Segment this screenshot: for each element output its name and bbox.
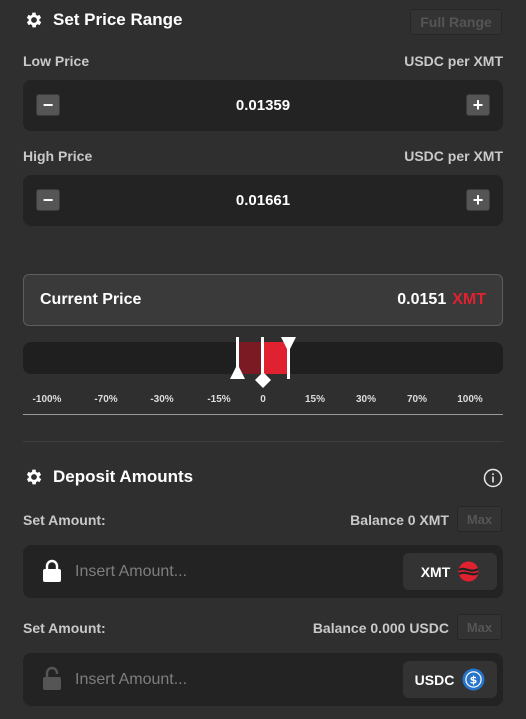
tick-label: 15% — [304, 394, 326, 405]
tick-label: -70% — [94, 394, 118, 405]
high-price-unit: USDC per XMT — [404, 148, 503, 164]
usdc-amount-input[interactable] — [75, 653, 375, 706]
range-title: Set Price Range — [53, 10, 183, 29]
svg-text:$: $ — [470, 674, 478, 687]
low-handle-triangle-icon[interactable] — [230, 364, 245, 379]
low-price-label: Low Price — [23, 53, 90, 69]
tick-label: -100% — [32, 394, 62, 405]
full-range-button[interactable]: Full Range — [410, 9, 502, 35]
usdc-amount-box: USDC $ — [23, 653, 503, 706]
range-header: Set Price Range — [24, 10, 182, 30]
gear-icon[interactable] — [24, 10, 44, 30]
low-price-decrement-button[interactable]: − — [36, 94, 60, 116]
xmt-token-icon — [458, 561, 479, 582]
current-price-readout: 0.0151 XMT — [397, 291, 486, 309]
low-price-value[interactable]: 0.01359 — [23, 80, 503, 131]
current-price-label: Current Price — [40, 291, 142, 308]
tick-label: -15% — [207, 394, 231, 405]
deposit-title: Deposit Amounts — [53, 467, 194, 486]
usdc-max-button[interactable]: Max — [457, 614, 502, 640]
high-price-increment-button[interactable]: + — [466, 189, 490, 211]
tick-label: -30% — [150, 394, 174, 405]
slider-axis-line — [23, 414, 503, 415]
usdc-token-icon: $ — [462, 668, 485, 691]
high-handle-triangle-icon[interactable] — [281, 337, 296, 352]
high-price-box: 0.01661 − + — [23, 175, 503, 226]
current-price-value: 0.0151 — [397, 291, 447, 308]
xmt-amount-box: XMT — [23, 545, 503, 598]
low-price-box: 0.01359 − + — [23, 80, 503, 131]
current-price-token: XMT — [452, 291, 486, 308]
info-icon[interactable] — [483, 468, 503, 488]
section-divider — [23, 441, 503, 442]
set-amount-label: Set Amount: — [23, 620, 106, 636]
high-price-value[interactable]: 0.01661 — [23, 175, 503, 226]
tick-label: 100% — [457, 394, 483, 405]
high-price-decrement-button[interactable]: − — [36, 189, 60, 211]
current-price-box: Current Price 0.0151 XMT — [23, 274, 503, 326]
gear-icon[interactable] — [24, 467, 44, 487]
usdc-balance: Balance 0.000 USDC — [312, 620, 449, 636]
deposit-header: Deposit Amounts — [24, 467, 193, 487]
xmt-max-button[interactable]: Max — [457, 506, 502, 532]
high-price-label: High Price — [23, 148, 93, 164]
xmt-balance: Balance 0 XMT — [350, 512, 449, 528]
xmt-token-label: XMT — [420, 563, 451, 580]
low-price-increment-button[interactable]: + — [466, 94, 490, 116]
tick-label: 30% — [355, 394, 377, 405]
usdc-token-label: USDC — [414, 671, 455, 688]
current-price-diamond-icon — [255, 372, 271, 388]
usdc-token-button[interactable]: USDC $ — [403, 661, 497, 698]
unlock-icon — [43, 666, 61, 690]
xmt-amount-input[interactable] — [75, 545, 375, 598]
xmt-token-button[interactable]: XMT — [403, 553, 497, 590]
low-price-unit: USDC per XMT — [404, 53, 503, 69]
tick-label: 70% — [406, 394, 428, 405]
set-amount-label: Set Amount: — [23, 512, 106, 528]
lock-icon — [43, 559, 61, 582]
tick-label: 0 — [260, 394, 266, 405]
current-price-marker — [261, 337, 264, 377]
